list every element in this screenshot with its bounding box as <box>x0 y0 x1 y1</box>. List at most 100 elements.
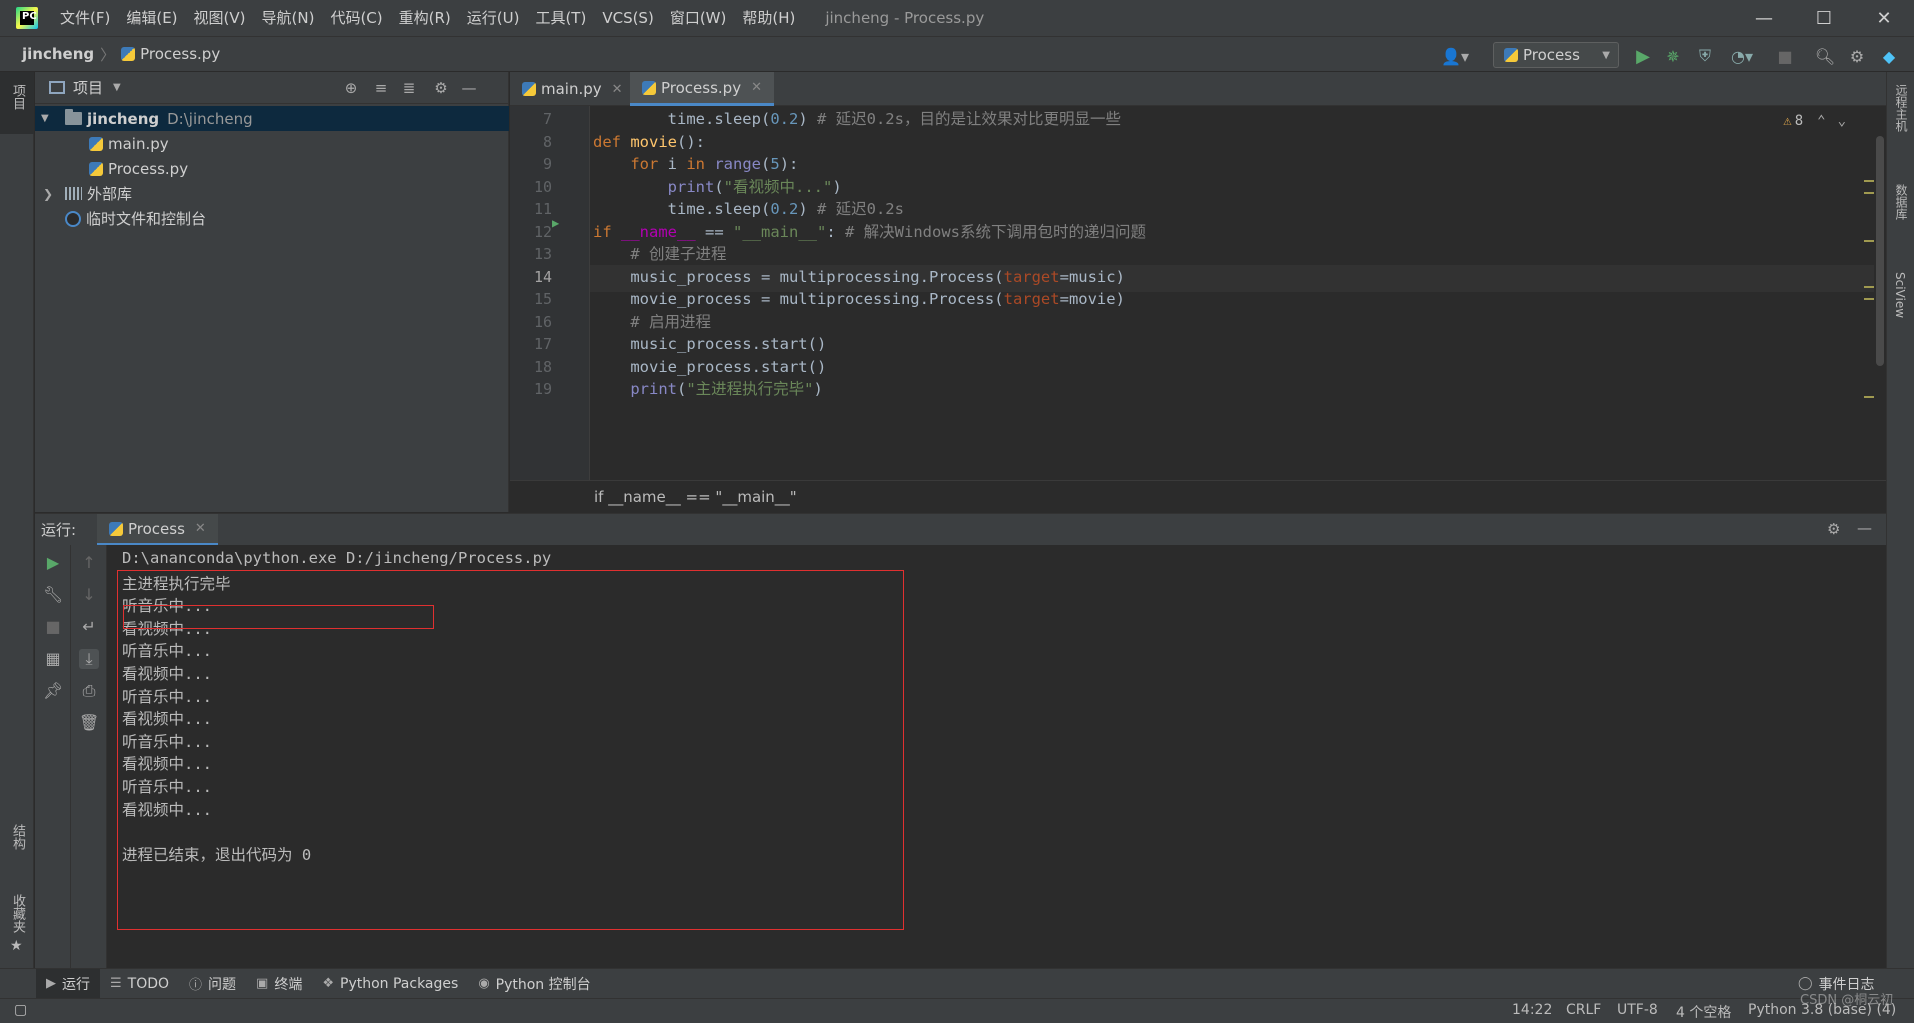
tree-item-scratches[interactable]: 临时文件和控制台 <box>35 206 509 231</box>
minimize-icon[interactable]: — <box>1734 0 1794 36</box>
indent-setting[interactable]: 4 个空格 <box>1676 1002 1731 1022</box>
run-panel-label: 运行: <box>41 521 77 539</box>
sciview-tab[interactable]: SciView <box>1893 272 1907 318</box>
code-line[interactable]: print("主进程执行完毕") <box>593 376 823 403</box>
coverage-icon[interactable]: ⛨ <box>1694 45 1716 67</box>
run-config-select[interactable]: Process ▼ <box>1493 42 1619 68</box>
run-icon[interactable]: ▶ <box>1632 45 1654 67</box>
menu-item-8[interactable]: VCS(S) <box>594 0 661 36</box>
print-icon[interactable]: ⎙ <box>79 681 99 701</box>
user-icon[interactable]: 👤▾ <box>1438 45 1472 67</box>
maximize-icon[interactable]: ☐ <box>1794 0 1854 36</box>
debug-icon[interactable]: ✵ <box>1662 45 1684 67</box>
wrench-icon[interactable]: 🔧︎ <box>43 585 63 605</box>
file-encoding[interactable]: UTF-8 <box>1617 1002 1658 1018</box>
caret-position[interactable]: 14:22 <box>1512 1002 1552 1018</box>
run-gutter-icon[interactable]: ▶ <box>552 216 559 230</box>
close-icon[interactable]: ✕ <box>612 82 623 97</box>
remote-host-tab[interactable]: 远程主机 <box>1893 84 1910 132</box>
menu-item-1[interactable]: 编辑(E) <box>118 0 185 36</box>
menu-item-10[interactable]: 帮助(H) <box>734 0 803 36</box>
project-tool-tab[interactable]: 项目 <box>8 84 27 110</box>
layout-icon[interactable]: ▦ <box>43 649 63 669</box>
chevron-right-icon[interactable]: ❯ <box>43 187 57 201</box>
tree-item-external-libs[interactable]: ❯ 外部库 <box>35 181 509 206</box>
editor-scrollbar[interactable] <box>1874 106 1886 480</box>
run-panel-header: 运行: Process ✕ ⚙ — <box>35 513 1886 546</box>
warning-stripe <box>1864 298 1874 300</box>
tree-item-process-py[interactable]: Process.py <box>35 156 509 181</box>
gear-icon[interactable]: ⚙ <box>431 79 451 99</box>
bottom-tab-python-packages[interactable]: ❖ Python Packages <box>312 969 468 999</box>
code-breadcrumb[interactable]: if __name__ == "__main__" <box>510 480 1886 512</box>
run-tab-process[interactable]: Process ✕ <box>97 514 218 546</box>
chevron-up-icon[interactable]: ⌃ <box>1817 113 1825 129</box>
line-separator[interactable]: CRLF <box>1566 1002 1601 1018</box>
database-tab[interactable]: 数据库 <box>1893 184 1910 220</box>
pin-icon[interactable]: 📌︎ <box>43 681 63 701</box>
chevron-down-icon[interactable]: ⌄ <box>1838 113 1846 129</box>
menu-item-2[interactable]: 视图(V) <box>186 0 254 36</box>
panel-toggle-icon[interactable]: ▢ <box>14 1002 27 1018</box>
menu-item-0[interactable]: 文件(F) <box>52 0 118 36</box>
close-window-icon[interactable]: ✕ <box>1854 0 1914 36</box>
close-icon[interactable]: ✕ <box>751 80 762 95</box>
arrow-up-icon[interactable]: ↑ <box>79 553 99 573</box>
menu-item-3[interactable]: 导航(N) <box>254 0 323 36</box>
bottom-tab-todo[interactable]: ☰ TODO <box>100 969 179 999</box>
close-icon[interactable]: ✕ <box>195 521 206 536</box>
profile-icon[interactable]: ◔▾ <box>1724 45 1760 67</box>
root-folder-name: jincheng <box>87 109 160 128</box>
rerun-icon[interactable]: ▶ <box>43 553 63 573</box>
stop-icon[interactable]: ■ <box>43 617 63 637</box>
search-icon[interactable]: 🔍︎ <box>1814 45 1836 67</box>
hide-panel-icon[interactable]: — <box>1857 519 1872 537</box>
scrollbar-thumb[interactable] <box>1876 136 1884 366</box>
window-title: jincheng - Process.py <box>825 9 985 27</box>
root-folder-path: D:\jincheng <box>167 109 253 128</box>
bottom-tab-run[interactable]: ▶ 运行 <box>36 968 100 999</box>
file-name: main.py <box>108 134 169 153</box>
warnings-indicator[interactable]: ⚠ 8 ⌃ ⌄ <box>1783 113 1846 129</box>
tab-main-py[interactable]: main.py ✕ <box>510 72 635 106</box>
tree-item-main-py[interactable]: main.py <box>35 131 509 156</box>
code-editor[interactable]: 7 8 9 10 11 12 13 14 15 16 17 18 19 time.sleep(0.2) … <box>510 106 1886 480</box>
chevron-down-icon[interactable]: ▼ <box>41 113 55 124</box>
warning-stripe <box>1864 192 1874 194</box>
gear-icon[interactable]: ⚙ <box>1827 520 1840 538</box>
external-libs-label: 外部库 <box>87 185 133 203</box>
hide-panel-icon[interactable]: — <box>459 79 479 99</box>
trash-icon[interactable]: 🗑︎ <box>79 713 99 733</box>
stop-icon[interactable]: ■ <box>1774 45 1796 67</box>
bottom-tab-python-console[interactable]: ◉ Python 控制台 <box>468 969 600 999</box>
scroll-to-end-icon[interactable]: ⤓ <box>79 649 99 669</box>
jetbrains-icon[interactable]: ◆ <box>1878 45 1900 67</box>
bottom-tab-terminal[interactable]: ▣ 终端 <box>246 969 312 999</box>
breadcrumb-project[interactable]: jincheng <box>22 45 94 63</box>
tree-item-root[interactable]: ▼ jincheng D:\jincheng <box>35 106 509 131</box>
warning-stripe <box>1864 180 1874 182</box>
menu-item-5[interactable]: 重构(R) <box>391 0 459 36</box>
warning-icon: ⚠ <box>1783 113 1792 129</box>
soft-wrap-icon[interactable]: ↵ <box>79 617 99 637</box>
favorites-tool-tab[interactable]: 收藏夹 <box>8 894 27 933</box>
menu-item-7[interactable]: 工具(T) <box>527 0 594 36</box>
locate-icon[interactable]: ⊕ <box>341 79 361 99</box>
breadcrumb-file[interactable]: Process.py <box>121 45 220 63</box>
bottom-tab-problems[interactable]: ⓘ 问题 <box>179 969 246 999</box>
run-console[interactable]: D:\ananconda\python.exe D:/jincheng/Proc… <box>107 545 1886 968</box>
menu-item-4[interactable]: 代码(C) <box>322 0 390 36</box>
menu-item-9[interactable]: 窗口(W) <box>662 0 735 36</box>
bottom-tab-label: 终端 <box>274 976 303 993</box>
arrow-down-icon[interactable]: ↓ <box>79 585 99 605</box>
expand-all-icon[interactable]: ≡ <box>371 79 391 99</box>
collapse-all-icon[interactable]: ≣ <box>399 79 419 99</box>
structure-tool-tab[interactable]: 结构 <box>8 824 27 850</box>
gear-icon[interactable]: ⚙ <box>1846 45 1868 67</box>
python-console-icon: ◉ <box>478 976 490 991</box>
run-toolbar-primary: ▶ 🔧︎ ■ ▦ 📌︎ <box>35 545 71 968</box>
tab-process-py[interactable]: Process.py ✕ <box>630 72 774 106</box>
menu-item-6[interactable]: 运行(U) <box>459 0 528 36</box>
project-panel-title[interactable]: 项目 <box>73 77 103 98</box>
chevron-down-icon[interactable]: ▼ <box>113 82 121 93</box>
